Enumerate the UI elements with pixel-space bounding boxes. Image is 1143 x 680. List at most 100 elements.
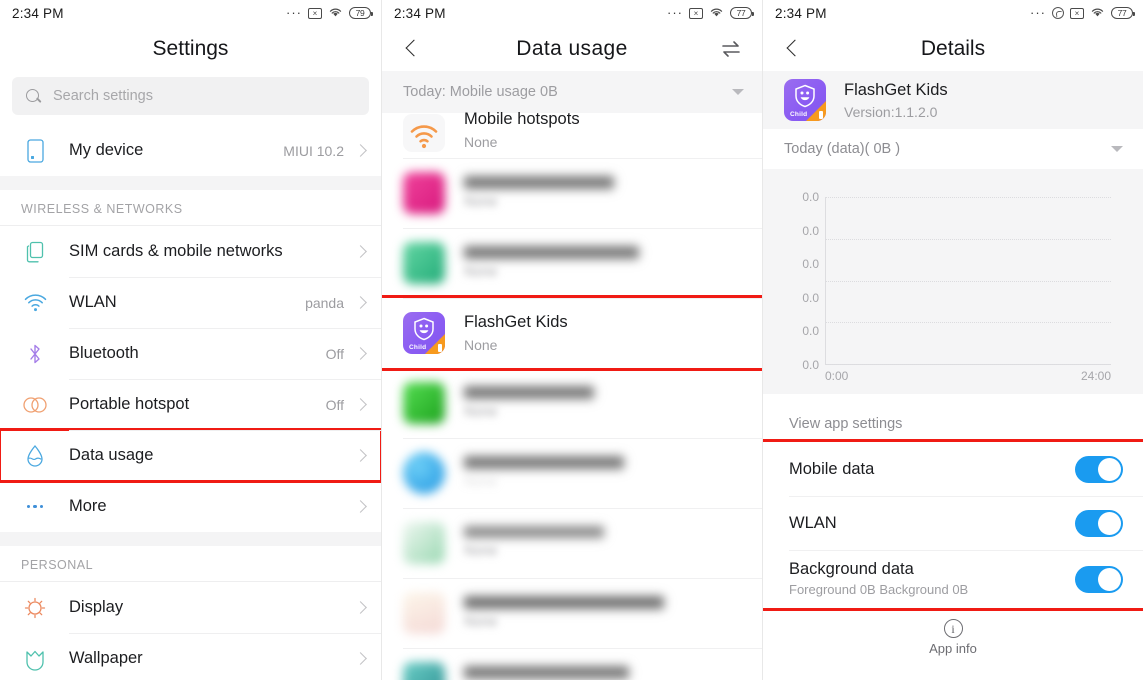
details-title-bar: Details xyxy=(763,26,1143,71)
gridline xyxy=(826,238,1111,240)
sidebar-item-data-usage[interactable]: Data usage xyxy=(0,428,381,483)
list-item[interactable]: None xyxy=(382,368,762,438)
app-usage: None xyxy=(464,192,498,209)
chevron-right-icon xyxy=(354,500,367,513)
corner-badge xyxy=(806,101,826,121)
list-item[interactable]: None xyxy=(382,508,762,578)
view-app-settings-label[interactable]: View app settings xyxy=(763,394,1143,442)
toggle-knob xyxy=(1098,511,1121,535)
sidebar-item-label: WLAN xyxy=(69,293,117,311)
status-bar-details: 2:34 PM ··· × 77 xyxy=(763,0,1143,26)
data-usage-filter[interactable]: Today: Mobile usage 0B xyxy=(382,71,762,113)
x-tick-end: 24:00 xyxy=(1080,369,1111,383)
sidebar-item-bluetooth[interactable]: Bluetooth Off xyxy=(0,328,381,379)
list-item-mobile-hotspots[interactable]: Mobile hotspots None xyxy=(382,110,762,158)
sidebar-item-my-device[interactable]: My device MIUI 10.2 xyxy=(0,125,381,176)
list-item-text: None xyxy=(464,526,604,560)
app-name xyxy=(464,245,639,259)
app-usage: None xyxy=(464,336,498,353)
app-icon xyxy=(403,382,445,424)
app-icon xyxy=(403,452,445,494)
child-label: Child xyxy=(409,344,427,351)
toggle-label: WLAN xyxy=(789,513,837,532)
chevron-right-icon xyxy=(354,449,367,462)
sidebar-item-display[interactable]: Display xyxy=(0,582,381,633)
mute-icon: × xyxy=(308,7,322,19)
status-icons: ··· × 77 xyxy=(667,6,754,21)
wlan-toggle[interactable] xyxy=(1075,509,1123,537)
app-info-label: App info xyxy=(929,641,977,656)
status-bar-data-usage: 2:34 PM ··· × 77 xyxy=(382,0,762,26)
wifi-icon xyxy=(1090,6,1105,21)
app-info-button[interactable]: i App info xyxy=(763,608,1143,656)
app-name xyxy=(464,385,594,399)
section-header-personal: PERSONAL xyxy=(0,546,381,582)
sidebar-item-sim-cards[interactable]: SIM cards & mobile networks xyxy=(0,226,381,277)
search-placeholder: Search settings xyxy=(53,88,153,104)
phone-icon xyxy=(21,138,49,163)
list-item-flashget-kids[interactable]: Child FlashGet Kids None xyxy=(382,295,762,371)
battery-icon: 77 xyxy=(1111,7,1135,19)
app-name: Mobile hotspots xyxy=(464,110,580,128)
status-time: 2:34 PM xyxy=(12,5,64,21)
wallpaper-icon xyxy=(21,647,49,671)
list-item[interactable]: None xyxy=(382,438,762,508)
list-item[interactable]: None xyxy=(382,228,762,298)
app-icon xyxy=(403,242,445,284)
list-item-text: None xyxy=(464,175,614,211)
page-title: Data usage xyxy=(516,36,628,60)
search-input[interactable]: Search settings xyxy=(12,77,369,115)
chart-x-axis: 0:00 24:00 xyxy=(825,369,1111,383)
toggle-row-background-data[interactable]: Background data Foreground 0B Background… xyxy=(763,550,1143,608)
app-name xyxy=(464,595,664,609)
sidebar-item-wlan[interactable]: WLAN panda xyxy=(0,277,381,328)
app-meta: FlashGet Kids Version:1.1.2.0 xyxy=(844,79,948,122)
details-filter[interactable]: Today (data)( 0B ) xyxy=(763,129,1143,169)
gridline xyxy=(826,364,1111,365)
x-tick-start: 0:00 xyxy=(825,369,849,383)
list-item[interactable]: None xyxy=(382,648,762,680)
sidebar-item-portable-hotspot[interactable]: Portable hotspot Off xyxy=(0,379,381,430)
sim-cards-icon xyxy=(21,241,49,263)
sidebar-item-label: More xyxy=(69,497,107,515)
list-item[interactable]: None xyxy=(382,158,762,228)
hotspot-icon xyxy=(21,396,49,414)
list-item[interactable]: None xyxy=(382,578,762,648)
app-usage: None xyxy=(464,472,498,489)
child-label: Child xyxy=(790,111,808,118)
sidebar-item-label: My device xyxy=(69,141,144,159)
data-transfer-icon[interactable] xyxy=(720,39,742,59)
app-name: FlashGet Kids xyxy=(844,80,948,99)
back-arrow-icon[interactable] xyxy=(781,36,807,62)
chevron-right-icon xyxy=(354,296,367,309)
y-tick: 0.0 xyxy=(802,223,819,238)
back-arrow-icon[interactable] xyxy=(400,36,426,62)
app-name xyxy=(464,455,624,469)
app-usage-list: Mobile hotspots None None None Child Fla… xyxy=(382,110,762,680)
status-time: 2:34 PM xyxy=(394,5,446,21)
gridline xyxy=(826,280,1111,282)
background-data-toggle[interactable] xyxy=(1075,565,1123,593)
toggle-row-mobile-data[interactable]: Mobile data xyxy=(763,442,1143,496)
data-usage-panel: 2:34 PM ··· × 77 Data usage Today: Mobil… xyxy=(381,0,762,680)
sidebar-item-label: Wallpaper xyxy=(69,649,143,667)
battery-icon: 79 xyxy=(349,7,373,19)
sidebar-item-label: Bluetooth xyxy=(69,344,139,362)
mobile-data-toggle[interactable] xyxy=(1075,455,1123,483)
flashget-kids-icon: Child xyxy=(784,79,826,121)
badge-mark xyxy=(819,111,823,119)
y-tick: 0.0 xyxy=(802,190,819,204)
toggle-label: Mobile data xyxy=(789,459,875,478)
toggle-texts: Mobile data xyxy=(789,459,874,480)
sidebar-item-wallpaper[interactable]: Wallpaper xyxy=(0,633,381,680)
y-tick: 0.0 xyxy=(802,257,819,272)
sidebar-item-more[interactable]: More xyxy=(0,481,381,532)
toggle-texts: WLAN xyxy=(789,513,837,534)
app-version: Version:1.1.2.0 xyxy=(844,103,938,120)
toggle-row-wlan[interactable]: WLAN xyxy=(763,496,1143,550)
section-divider xyxy=(0,532,381,546)
chevron-right-icon xyxy=(354,347,367,360)
sidebar-item-label: Display xyxy=(69,598,124,616)
status-dots-icon: ··· xyxy=(286,5,302,20)
sidebar-item-label: Portable hotspot xyxy=(69,395,190,413)
